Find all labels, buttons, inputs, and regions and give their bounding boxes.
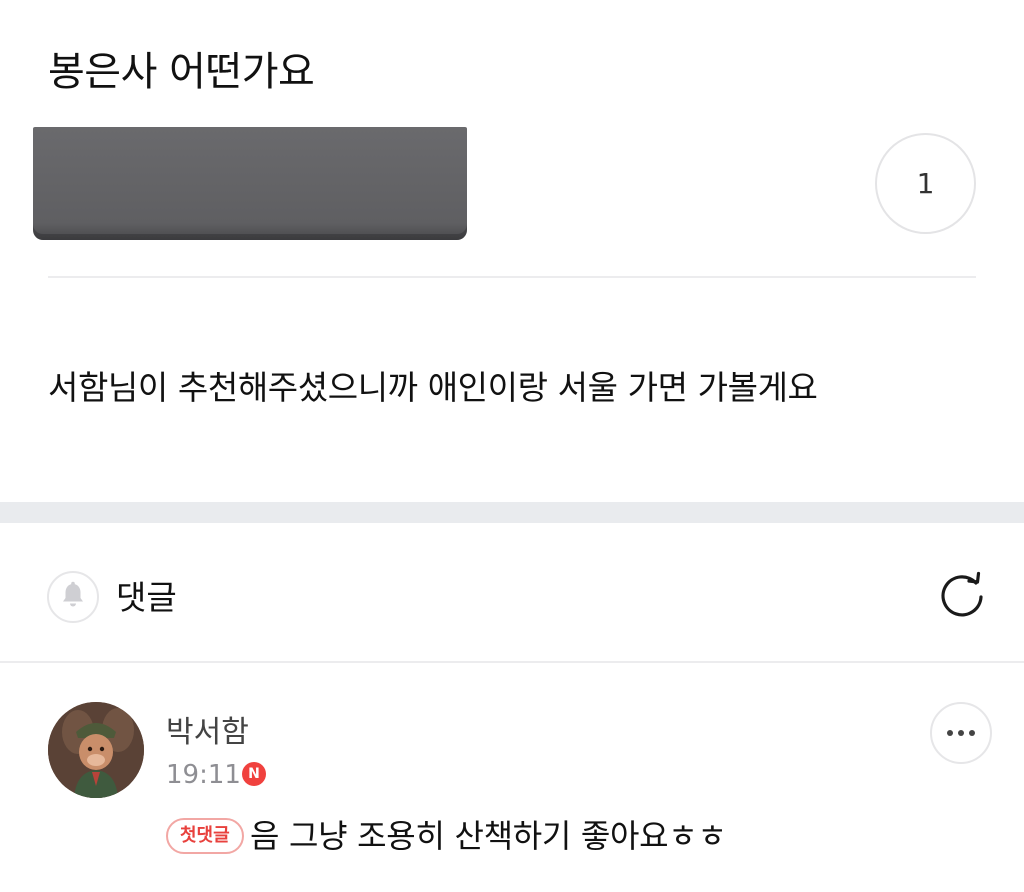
post-title: 봉은사 어떤가요 bbox=[48, 49, 315, 95]
comment-time: 19:11 bbox=[166, 760, 241, 790]
refresh-button[interactable] bbox=[934, 569, 990, 625]
comment-text: 음 그냥 조용히 산책하기 좋아요ㅎㅎ bbox=[250, 817, 727, 855]
more-icon bbox=[947, 730, 953, 736]
like-count-button[interactable]: 1 bbox=[875, 133, 976, 234]
section-separator bbox=[0, 502, 1024, 523]
avatar[interactable] bbox=[48, 702, 144, 798]
comment-author[interactable]: 박서함 bbox=[166, 712, 249, 754]
like-count-value: 1 bbox=[916, 167, 935, 200]
comments-label: 댓글 bbox=[116, 578, 177, 617]
title-divider bbox=[48, 276, 976, 278]
post-body: 서함님이 추천해주셨으니까 애인이랑 서울 가면 가볼게요 bbox=[48, 368, 818, 407]
first-comment-badge: 첫댓글 bbox=[166, 818, 244, 854]
new-badge: N bbox=[242, 762, 266, 786]
refresh-icon bbox=[934, 567, 990, 627]
redacted-author-block bbox=[33, 127, 467, 240]
comments-divider bbox=[0, 661, 1024, 663]
notification-toggle[interactable] bbox=[47, 571, 99, 623]
comments-header: 댓글 bbox=[0, 523, 1024, 663]
comment-more-button[interactable] bbox=[930, 702, 992, 764]
post-page: 봉은사 어떤가요 1 서함님이 추천해주셨으니까 애인이랑 서울 가면 가볼게요… bbox=[0, 0, 1024, 892]
bell-icon bbox=[60, 581, 86, 613]
